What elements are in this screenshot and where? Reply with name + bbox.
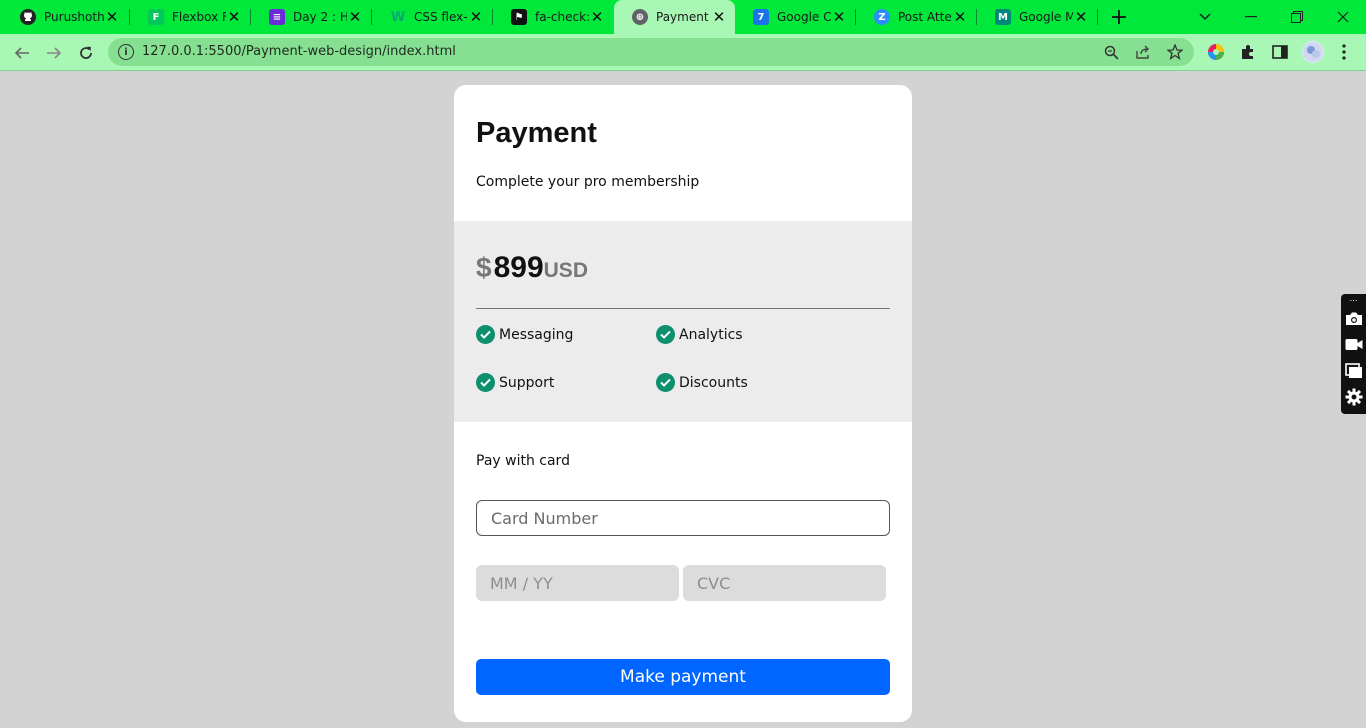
extensions-puzzle-icon[interactable] (1238, 42, 1258, 62)
card-number-input[interactable] (476, 500, 890, 536)
feature-item: Support (476, 373, 554, 392)
github-icon (20, 9, 36, 25)
close-tab-icon[interactable]: ✕ (831, 8, 847, 26)
expiry-input[interactable] (476, 565, 679, 601)
camera-icon[interactable] (1344, 309, 1363, 328)
address-bar[interactable]: i 127.0.0.1:5500/Payment-web-design/inde… (108, 38, 1194, 66)
w3-icon: W (390, 9, 406, 25)
new-tab-icon[interactable]: + (1107, 5, 1131, 30)
tab-flexbox[interactable]: F Flexbox Fr ✕ (130, 0, 250, 34)
feature-item: Discounts (656, 373, 748, 392)
forward-icon[interactable] (41, 40, 67, 66)
tab-post-attendance[interactable]: Z Post Atten ✕ (856, 0, 976, 34)
tab-title: CSS flex-w (414, 10, 468, 24)
divider (476, 308, 890, 309)
tab-title: fa-check: F (535, 10, 589, 24)
pricing-panel: $ 899 USD Messaging Analytics Support Di… (454, 221, 912, 422)
feature-label: Analytics (679, 326, 743, 343)
site-info-icon[interactable]: i (118, 44, 134, 60)
tab-title: Post Atten (898, 10, 952, 24)
close-tab-icon[interactable]: ✕ (589, 8, 605, 26)
restore-icon[interactable] (1274, 0, 1320, 34)
capture-toolbar: ⋯ (1341, 294, 1366, 414)
windows-icon[interactable] (1344, 361, 1363, 380)
close-tab-icon[interactable]: ✕ (952, 8, 968, 26)
tab-title: Google Me (1019, 10, 1073, 24)
pay-with-card-label: Pay with card (476, 453, 570, 469)
browser-tab-strip: Purushoth ✕ F Flexbox Fr ✕ ≡ Day 2 : HTI… (0, 0, 1366, 34)
feature-label: Support (499, 374, 555, 391)
close-tab-icon[interactable]: ✕ (226, 8, 242, 26)
tab-title: Payment (656, 10, 709, 24)
zoom-magnifier-icon[interactable] (1102, 43, 1120, 61)
back-icon[interactable] (9, 40, 35, 66)
profile-avatar-icon[interactable] (1302, 41, 1324, 63)
close-tab-icon[interactable]: ✕ (1073, 8, 1089, 26)
tab-fa-check[interactable]: ⚑ fa-check: F ✕ (493, 0, 613, 34)
check-circle-icon (476, 325, 495, 344)
color-picker-extension-icon[interactable] (1206, 42, 1226, 62)
price-unit: USD (543, 259, 588, 282)
feature-label: Discounts (679, 374, 748, 391)
close-tab-icon[interactable]: ✕ (468, 8, 484, 26)
page-title: Payment (476, 117, 597, 149)
tab-title: Google Ca (777, 10, 831, 24)
close-window-icon[interactable] (1320, 0, 1366, 34)
chrome-menu-icon[interactable] (1334, 42, 1354, 62)
check-circle-icon (656, 325, 675, 344)
tab-google-calendar[interactable]: 7 Google Ca ✕ (735, 0, 855, 34)
tab-css-flex[interactable]: W CSS flex-w ✕ (372, 0, 492, 34)
list-icon: ≡ (269, 9, 285, 25)
page-subtitle: Complete your pro membership (476, 174, 700, 190)
close-tab-icon[interactable]: ✕ (347, 8, 363, 26)
price: $ 899 USD (476, 251, 588, 285)
flag-icon: ⚑ (511, 9, 527, 25)
payment-card: Payment Complete your pro membership $ 8… (454, 85, 912, 722)
tab-separator (1097, 9, 1098, 25)
cvc-input[interactable] (683, 565, 886, 601)
url-text: 127.0.0.1:5500/Payment-web-design/index.… (142, 44, 456, 59)
side-panel-icon[interactable] (1270, 42, 1290, 62)
tab-payment[interactable]: ⊕ Payment ✕ (614, 0, 735, 34)
zoom-icon: Z (874, 9, 890, 25)
tab-github[interactable]: Purushoth ✕ (2, 0, 128, 34)
flexbox-froggy-icon: F (148, 9, 164, 25)
feature-item: Analytics (656, 325, 743, 344)
close-tab-icon[interactable]: ✕ (711, 8, 727, 26)
price-amount: 899 (493, 251, 544, 284)
widget-grip-icon[interactable]: ⋯ (1344, 294, 1363, 306)
settings-gear-icon[interactable] (1344, 387, 1363, 406)
globe-icon: ⊕ (632, 9, 648, 25)
make-payment-button[interactable]: Make payment (476, 659, 890, 695)
google-calendar-icon: 7 (753, 9, 769, 25)
browser-toolbar: i 127.0.0.1:5500/Payment-web-design/inde… (0, 34, 1366, 71)
tab-day2[interactable]: ≡ Day 2 : HTI ✕ (251, 0, 371, 34)
feature-item: Messaging (476, 325, 573, 344)
bookmark-star-icon[interactable] (1166, 43, 1184, 61)
google-meet-icon: M (995, 9, 1011, 25)
tab-title: Day 2 : HTI (293, 10, 347, 24)
price-currency-symbol: $ (476, 252, 492, 283)
tab-title: Purushoth (44, 10, 104, 24)
tab-google-meet[interactable]: M Google Me ✕ (977, 0, 1097, 34)
check-circle-icon (656, 373, 675, 392)
tab-title: Flexbox Fr (172, 10, 226, 24)
check-circle-icon (476, 373, 495, 392)
minimize-icon[interactable] (1228, 0, 1274, 34)
video-camera-icon[interactable] (1344, 335, 1363, 354)
reload-icon[interactable] (73, 40, 99, 66)
tab-search-chevron-icon[interactable] (1182, 0, 1228, 34)
share-icon[interactable] (1134, 43, 1152, 61)
close-tab-icon[interactable]: ✕ (104, 8, 120, 26)
feature-label: Messaging (499, 326, 574, 343)
